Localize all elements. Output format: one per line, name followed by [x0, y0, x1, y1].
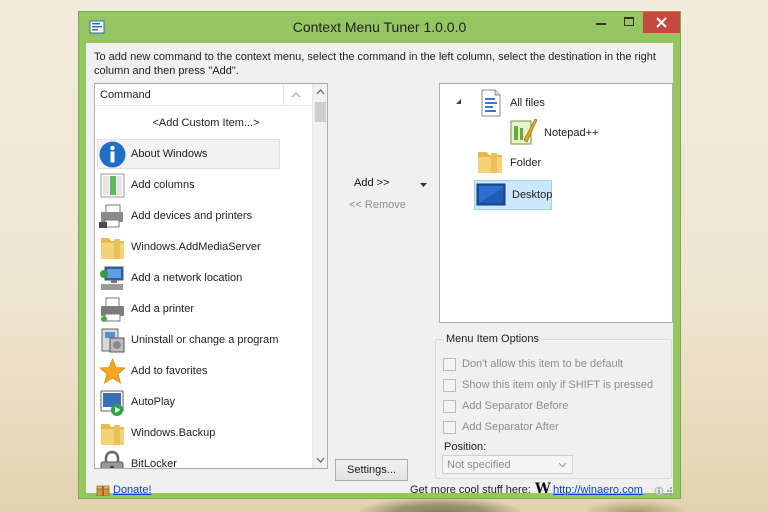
checkbox[interactable]: [443, 421, 456, 434]
scroll-down-arrow-icon[interactable]: [313, 452, 328, 468]
list-item-label: BitLocker: [131, 458, 177, 469]
winaero-link[interactable]: http://winaero.com: [553, 484, 643, 496]
list-item-label: Add a network location: [131, 272, 243, 284]
list-item[interactable]: About Windows: [95, 139, 312, 170]
settings-button[interactable]: Settings...: [335, 459, 408, 481]
option-label: Show this item only if SHIFT is pressed: [462, 379, 654, 391]
list-item-label: Windows.Backup: [131, 427, 216, 439]
notepad-plus-plus-icon: [510, 118, 538, 145]
winaero-logo: W: [535, 481, 551, 497]
list-item-label: Add a printer: [131, 303, 194, 315]
columns-icon: [100, 173, 125, 198]
star-icon: [98, 357, 127, 384]
list-item[interactable]: Windows.Backup: [95, 418, 312, 449]
position-select[interactable]: Not specified: [442, 455, 573, 474]
list-item[interactable]: Add columns: [95, 170, 312, 201]
chevron-up-icon: [291, 92, 301, 98]
desktop-icon: [476, 183, 506, 206]
list-item[interactable]: Add devices and printers: [95, 201, 312, 232]
chevron-down-icon: [559, 463, 566, 467]
position-label: Position:: [444, 441, 487, 453]
info-icon: [99, 141, 126, 168]
background-tree: [580, 500, 690, 512]
maximize-icon: [624, 17, 634, 26]
scrollbar-thumb[interactable]: [315, 102, 326, 122]
tree-expanded-icon[interactable]: [455, 98, 462, 105]
maximize-button[interactable]: [615, 12, 643, 33]
close-button[interactable]: [643, 12, 680, 33]
tree-node-label: Folder: [510, 157, 542, 169]
list-item[interactable]: Add to favorites: [95, 356, 312, 387]
status-bar: Donate! Get more cool stuff here: W http…: [86, 481, 673, 497]
info-small-icon: [654, 486, 664, 496]
chevron-down-icon[interactable]: [420, 183, 427, 187]
minimize-icon: [596, 23, 606, 25]
list-item-label: Windows.AddMediaServer: [131, 241, 261, 253]
folder-icon: [478, 152, 502, 173]
donate-icon: [96, 485, 110, 496]
checkbox[interactable]: [443, 400, 456, 413]
command-header-label: Command: [100, 89, 151, 101]
destination-tree[interactable]: All files Notepad++ Folder Desktop: [439, 83, 673, 323]
tree-node-label: Desktop: [512, 189, 553, 201]
instructions-text: To add new command to the context menu, …: [94, 51, 656, 77]
list-item[interactable]: Uninstall or change a program: [95, 325, 312, 356]
option-label: Add Separator Before: [462, 400, 569, 412]
bitlocker-icon: [100, 450, 124, 468]
client-area: To add new command to the context menu, …: [86, 43, 673, 497]
list-item[interactable]: Windows.AddMediaServer: [95, 232, 312, 263]
list-item-label: AutoPlay: [131, 396, 176, 408]
uninstall-program-icon: [101, 328, 125, 353]
checkbox[interactable]: [443, 358, 456, 371]
title-bar[interactable]: Context Menu Tuner 1.0.0.0: [79, 12, 680, 42]
menu-item-options-group: Menu Item Options Don't allow this item …: [435, 333, 672, 479]
scroll-up-arrow-icon[interactable]: [313, 84, 328, 100]
list-item-label: Add devices and printers: [131, 210, 253, 222]
list-item[interactable]: AutoPlay: [95, 387, 312, 418]
remove-button[interactable]: << Remove: [349, 199, 413, 215]
list-item[interactable]: Add a network location: [95, 263, 312, 294]
devices-printers-icon: [99, 204, 123, 228]
checkbox[interactable]: [443, 379, 456, 392]
list-item-label: <Add Custom Item...>: [152, 117, 260, 129]
all-files-icon: [481, 89, 501, 117]
minimize-button[interactable]: [587, 12, 615, 33]
list-item-label: Add to favorites: [131, 365, 208, 377]
list-item[interactable]: <Add Custom Item...>: [95, 108, 312, 139]
command-list[interactable]: Command <Add Custom Item...> About Windo…: [94, 83, 328, 469]
list-item[interactable]: BitLocker: [95, 449, 312, 469]
command-column-header[interactable]: Command: [95, 84, 312, 106]
donate-link[interactable]: Donate!: [113, 484, 152, 496]
command-rows: <Add Custom Item...> About Windows Add c…: [95, 108, 312, 469]
folder-icon: [101, 238, 124, 259]
option-label: Add Separator After: [462, 421, 559, 433]
folder-icon: [101, 424, 124, 445]
cool-stuff-text: Get more cool stuff here:: [410, 484, 531, 496]
background-tree: [360, 498, 520, 512]
autoplay-icon: [100, 390, 124, 416]
command-list-scrollbar[interactable]: [312, 84, 327, 468]
list-item-label: Uninstall or change a program: [131, 334, 279, 346]
tree-node-label: Notepad++: [544, 127, 599, 139]
printer-icon: [101, 297, 124, 322]
resize-grip-icon[interactable]: [664, 487, 672, 495]
list-item[interactable]: Add a printer: [95, 294, 312, 325]
tree-node-label: All files: [510, 97, 545, 109]
network-location-icon: [100, 266, 124, 290]
option-label: Don't allow this item to be default: [462, 358, 624, 370]
app-window: Context Menu Tuner 1.0.0.0 To add new co…: [78, 11, 681, 499]
header-separator: [283, 84, 284, 106]
close-icon: [656, 17, 667, 28]
list-item-label: About Windows: [131, 148, 208, 160]
position-select-value: Not specified: [447, 459, 511, 471]
list-item-label: Add columns: [131, 179, 195, 191]
options-legend: Menu Item Options: [444, 333, 541, 345]
add-button[interactable]: Add >>: [354, 177, 394, 193]
